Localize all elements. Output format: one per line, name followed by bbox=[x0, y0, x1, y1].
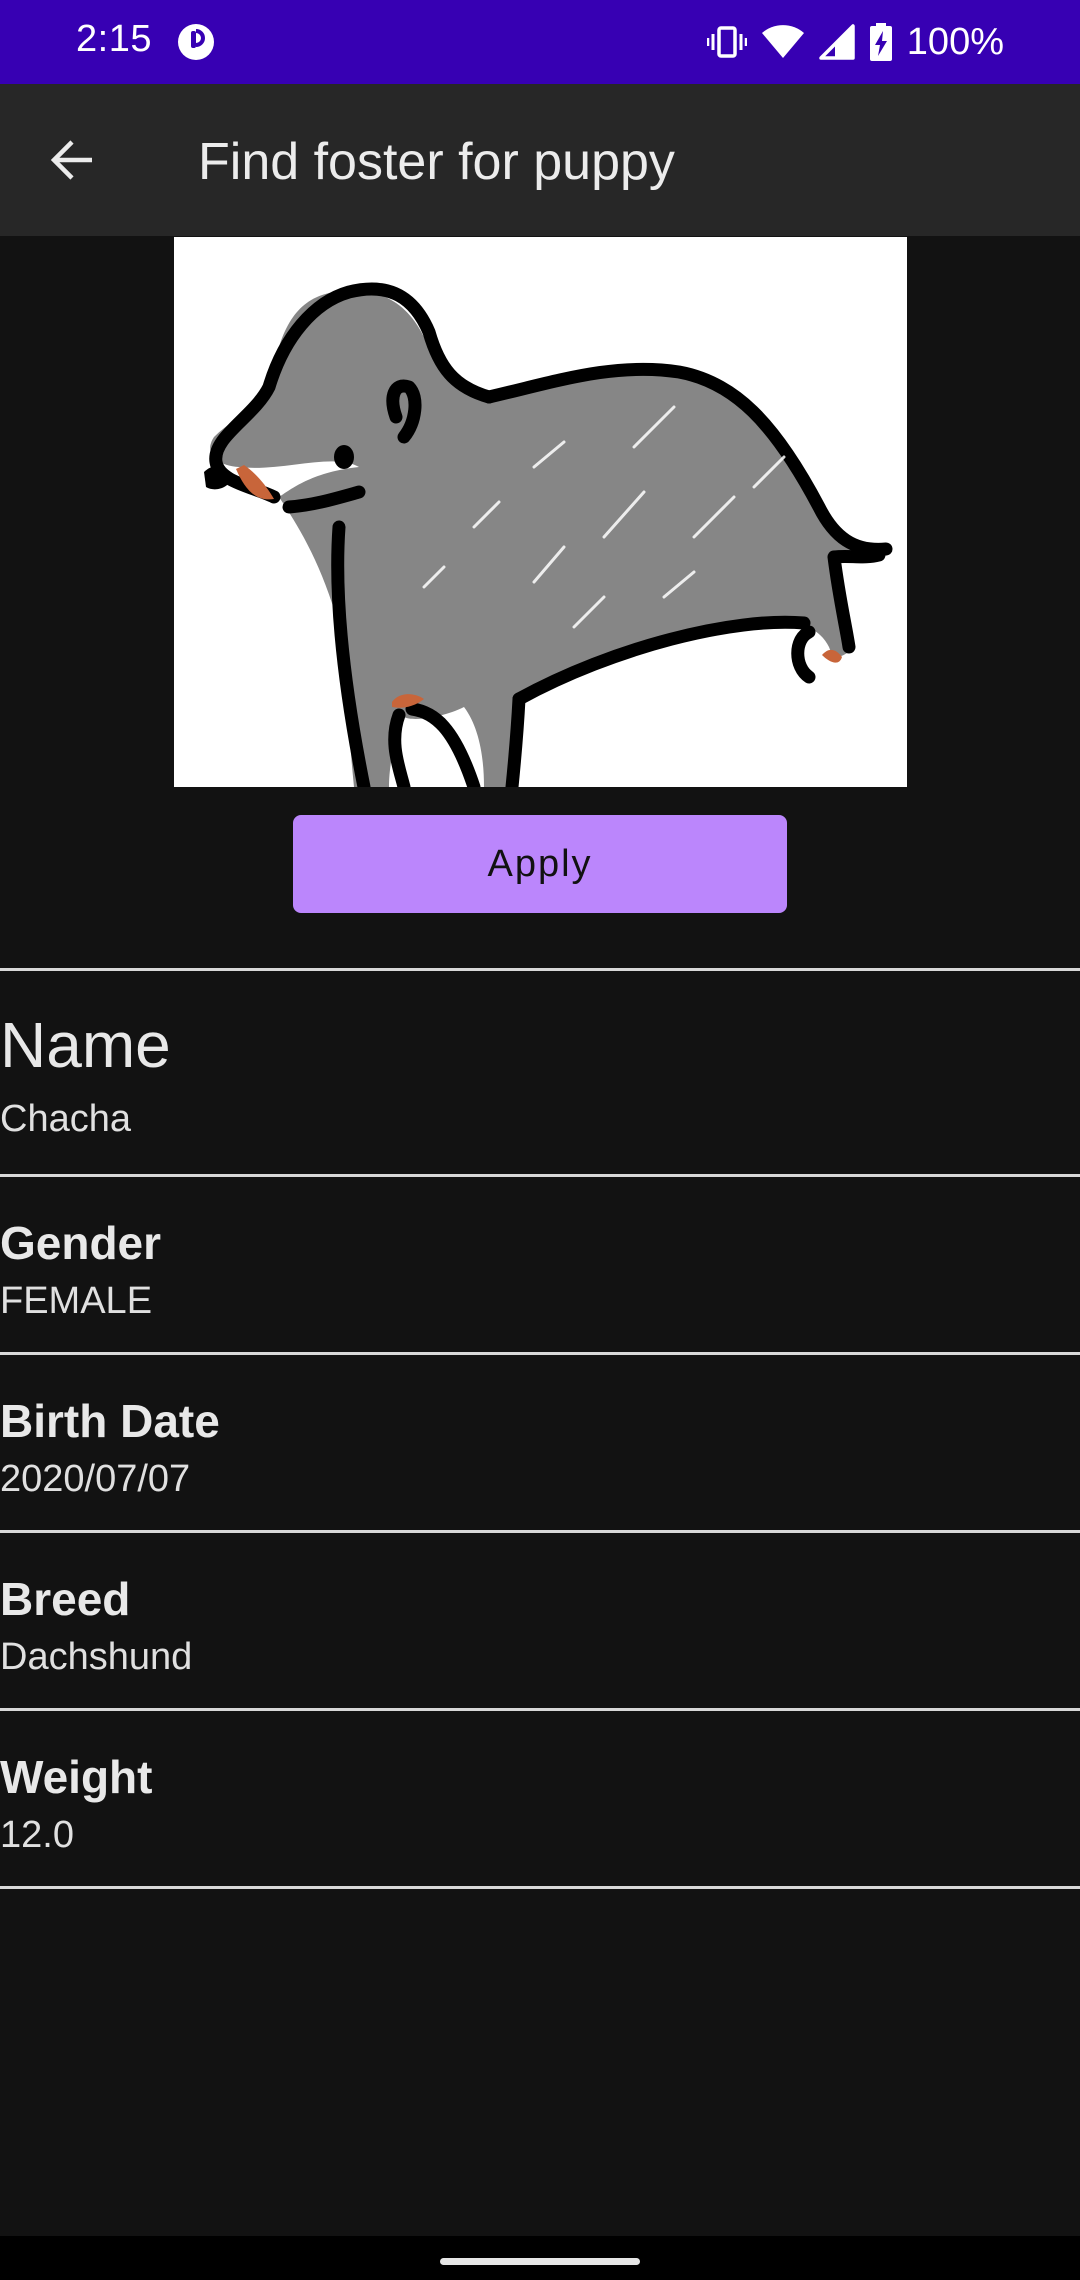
status-bar: 2:15 100% bbox=[0, 0, 1080, 84]
status-time: 2:15 bbox=[76, 18, 152, 60]
name-label: Name bbox=[0, 1009, 171, 1081]
birth-date-value: 2020/07/07 bbox=[0, 1458, 191, 1500]
divider bbox=[0, 1174, 1080, 1177]
battery-charging-icon bbox=[869, 23, 892, 61]
apply-button[interactable]: Apply bbox=[293, 815, 787, 913]
vibrate-icon bbox=[706, 26, 747, 58]
back-button[interactable] bbox=[36, 124, 108, 196]
divider bbox=[0, 1708, 1080, 1711]
birth-date-label: Birth Date bbox=[0, 1395, 220, 1447]
app-bar: Find foster for puppy bbox=[0, 84, 1080, 236]
divider bbox=[0, 1886, 1080, 1889]
signal-icon bbox=[819, 24, 855, 60]
back-arrow-icon bbox=[50, 140, 92, 180]
gender-value: FEMALE bbox=[0, 1280, 153, 1322]
navigation-bar bbox=[0, 2236, 1080, 2280]
wifi-icon bbox=[761, 25, 804, 58]
app-notification-icon bbox=[178, 24, 214, 60]
puppy-image bbox=[174, 237, 907, 787]
name-value: Chacha bbox=[0, 1098, 131, 1140]
dachshund-drawing bbox=[204, 282, 893, 787]
status-icons: 100% bbox=[706, 18, 1004, 66]
home-gesture-handle[interactable] bbox=[440, 2258, 640, 2265]
battery-percent: 100% bbox=[906, 20, 1004, 63]
screen: 2:15 100% Find foster for puppy Apply Na… bbox=[0, 0, 1080, 2280]
breed-value: Dachshund bbox=[0, 1636, 193, 1678]
weight-label: Weight bbox=[0, 1751, 153, 1803]
divider bbox=[0, 968, 1080, 971]
weight-value: 12.0 bbox=[0, 1814, 74, 1856]
divider bbox=[0, 1352, 1080, 1355]
breed-label: Breed bbox=[0, 1573, 131, 1625]
page-title: Find foster for puppy bbox=[198, 133, 675, 191]
divider bbox=[0, 1530, 1080, 1533]
gender-label: Gender bbox=[0, 1217, 162, 1269]
